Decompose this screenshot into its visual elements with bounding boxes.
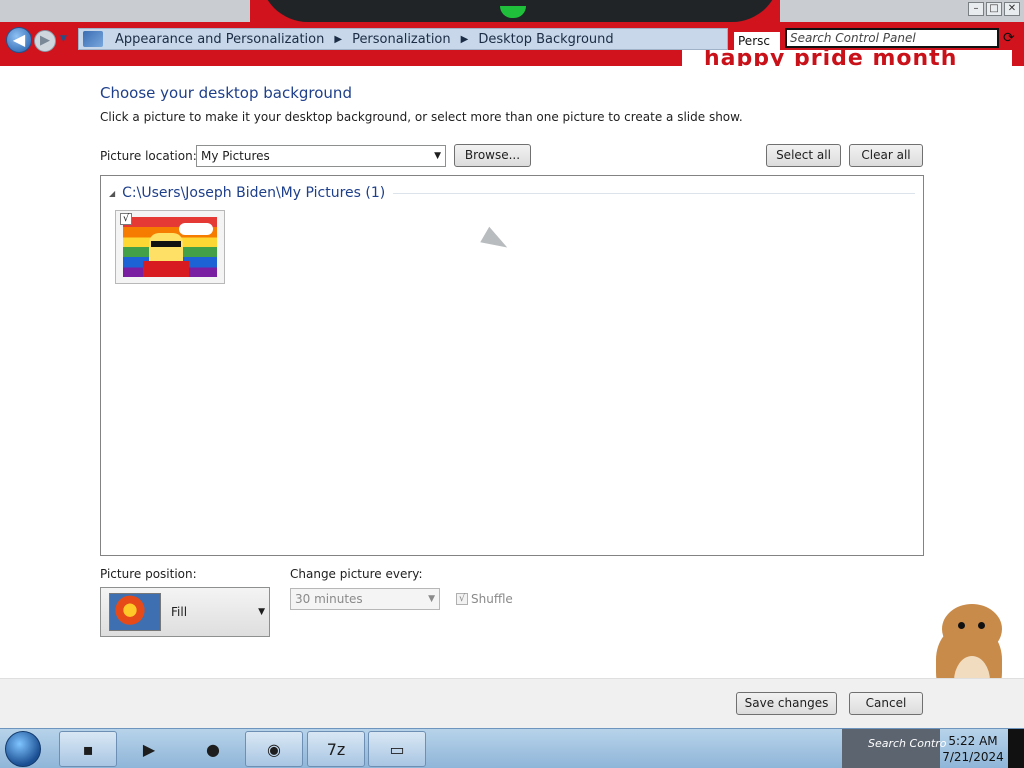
show-desktop-button[interactable]: [1008, 729, 1024, 768]
picture-position-value: Fill: [171, 605, 188, 619]
window-icon[interactable]: ▭: [368, 731, 426, 767]
personalization-chip[interactable]: Persc: [734, 32, 780, 50]
chevron-down-icon: ▼: [258, 607, 265, 617]
desktop-background-panel: Choose your desktop background Click a p…: [0, 66, 1024, 710]
clock-date: 7/21/2024: [942, 750, 1004, 764]
collapse-triangle-icon[interactable]: ◢: [109, 189, 115, 198]
change-picture-label: Change picture every:: [290, 567, 423, 581]
refresh-icon[interactable]: ⟳: [1003, 30, 1015, 46]
shuffle-checkbox-box[interactable]: √: [456, 593, 468, 605]
title-bar-left-strip: [0, 0, 250, 22]
window-title-bar: – □ ✕ ◀ ▶ ▼ Appearance and Personalizati…: [0, 0, 1024, 66]
back-button[interactable]: ◀: [6, 27, 32, 53]
breadcrumb-personalization[interactable]: Personalization: [346, 32, 457, 47]
shuffle-label: Shuffle: [471, 592, 513, 606]
change-picture-interval-value: 30 minutes: [295, 592, 363, 606]
globe-icon[interactable]: ●: [184, 731, 242, 767]
system-clock[interactable]: 5:22 AM 7/21/2024: [940, 733, 1006, 765]
picture-group-title: C:\Users\Joseph Biden\My Pictures (1): [122, 185, 386, 201]
browse-button[interactable]: Browse...: [454, 144, 531, 167]
recent-pages-dropdown-icon[interactable]: ▼: [60, 34, 67, 44]
thumbnail-checkbox[interactable]: √: [120, 213, 132, 225]
7zip-icon[interactable]: 7z: [307, 731, 365, 767]
breadcrumb-separator-icon[interactable]: ▶: [330, 34, 346, 45]
overlay-banner-text: happy pride month: [704, 50, 958, 66]
breadcrumb-separator-icon[interactable]: ▶: [457, 34, 473, 45]
firefox-icon[interactable]: ◉: [245, 731, 303, 767]
minimize-button[interactable]: –: [968, 2, 984, 16]
search-control-panel-input[interactable]: Search Control Panel: [785, 28, 999, 48]
terminal-icon[interactable]: ▪: [59, 731, 117, 767]
dialog-footer: Save changes Cancel: [0, 678, 1024, 728]
control-panel-icon: [83, 31, 103, 47]
picture-character-sunglasses: [151, 241, 181, 247]
picture-position-select[interactable]: Fill ▼: [100, 587, 270, 637]
close-button[interactable]: ✕: [1004, 2, 1020, 16]
save-changes-button[interactable]: Save changes: [736, 692, 837, 715]
overlay-banner: happy pride month: [682, 50, 1012, 66]
chevron-down-icon: ▼: [428, 594, 435, 604]
cursor-arrow-icon: [480, 226, 512, 256]
picture-location-label: Picture location:: [100, 149, 197, 163]
notification-area[interactable]: Search Contro: [842, 729, 946, 768]
hamster-head: [942, 604, 1002, 654]
maximize-button[interactable]: □: [986, 2, 1002, 16]
picture-location-select[interactable]: My Pictures ▼: [196, 145, 446, 167]
hamster-eye: [978, 622, 985, 629]
picture-thumbnail[interactable]: √: [115, 210, 225, 284]
forward-button[interactable]: ▶: [34, 30, 56, 52]
picture-location-value: My Pictures: [201, 149, 270, 163]
breadcrumb-desktop-background[interactable]: Desktop Background: [472, 32, 619, 47]
rainbow-picture: [123, 217, 217, 277]
picture-speech-bubble: [179, 223, 213, 235]
clock-time: 5:22 AM: [948, 734, 998, 748]
shuffle-checkbox[interactable]: √ Shuffle: [456, 592, 513, 606]
page-title: Choose your desktop background: [100, 84, 352, 102]
media-player-icon[interactable]: ▶: [120, 731, 178, 767]
hamster-eye: [958, 622, 965, 629]
group-divider: [393, 192, 915, 194]
cancel-button[interactable]: Cancel: [849, 692, 923, 715]
window-controls: – □ ✕: [968, 2, 1020, 16]
change-picture-interval-select[interactable]: 30 minutes ▼: [290, 588, 440, 610]
tray-search-text: Search Contro: [868, 737, 947, 750]
breadcrumb-appearance[interactable]: Appearance and Personalization: [109, 32, 330, 47]
flower-preview-image: [109, 593, 161, 631]
select-all-button[interactable]: Select all: [766, 144, 841, 167]
picture-gallery[interactable]: ◢ C:\Users\Joseph Biden\My Pictures (1) …: [100, 175, 924, 556]
picture-character-shirt: [143, 261, 189, 277]
picture-group-header[interactable]: ◢ C:\Users\Joseph Biden\My Pictures (1): [109, 185, 915, 201]
clear-all-button[interactable]: Clear all: [849, 144, 923, 167]
page-instructions: Click a picture to make it your desktop …: [100, 110, 743, 124]
address-bar[interactable]: Appearance and Personalization ▶ Persona…: [78, 28, 728, 50]
picture-position-label: Picture position:: [100, 567, 197, 581]
chevron-down-icon: ▼: [434, 151, 441, 161]
start-button[interactable]: [5, 731, 41, 767]
taskbar: ▪ ▶ ● ◉ 7z ▭ Search Contro 5:22 AM 7/21/…: [0, 728, 1024, 768]
